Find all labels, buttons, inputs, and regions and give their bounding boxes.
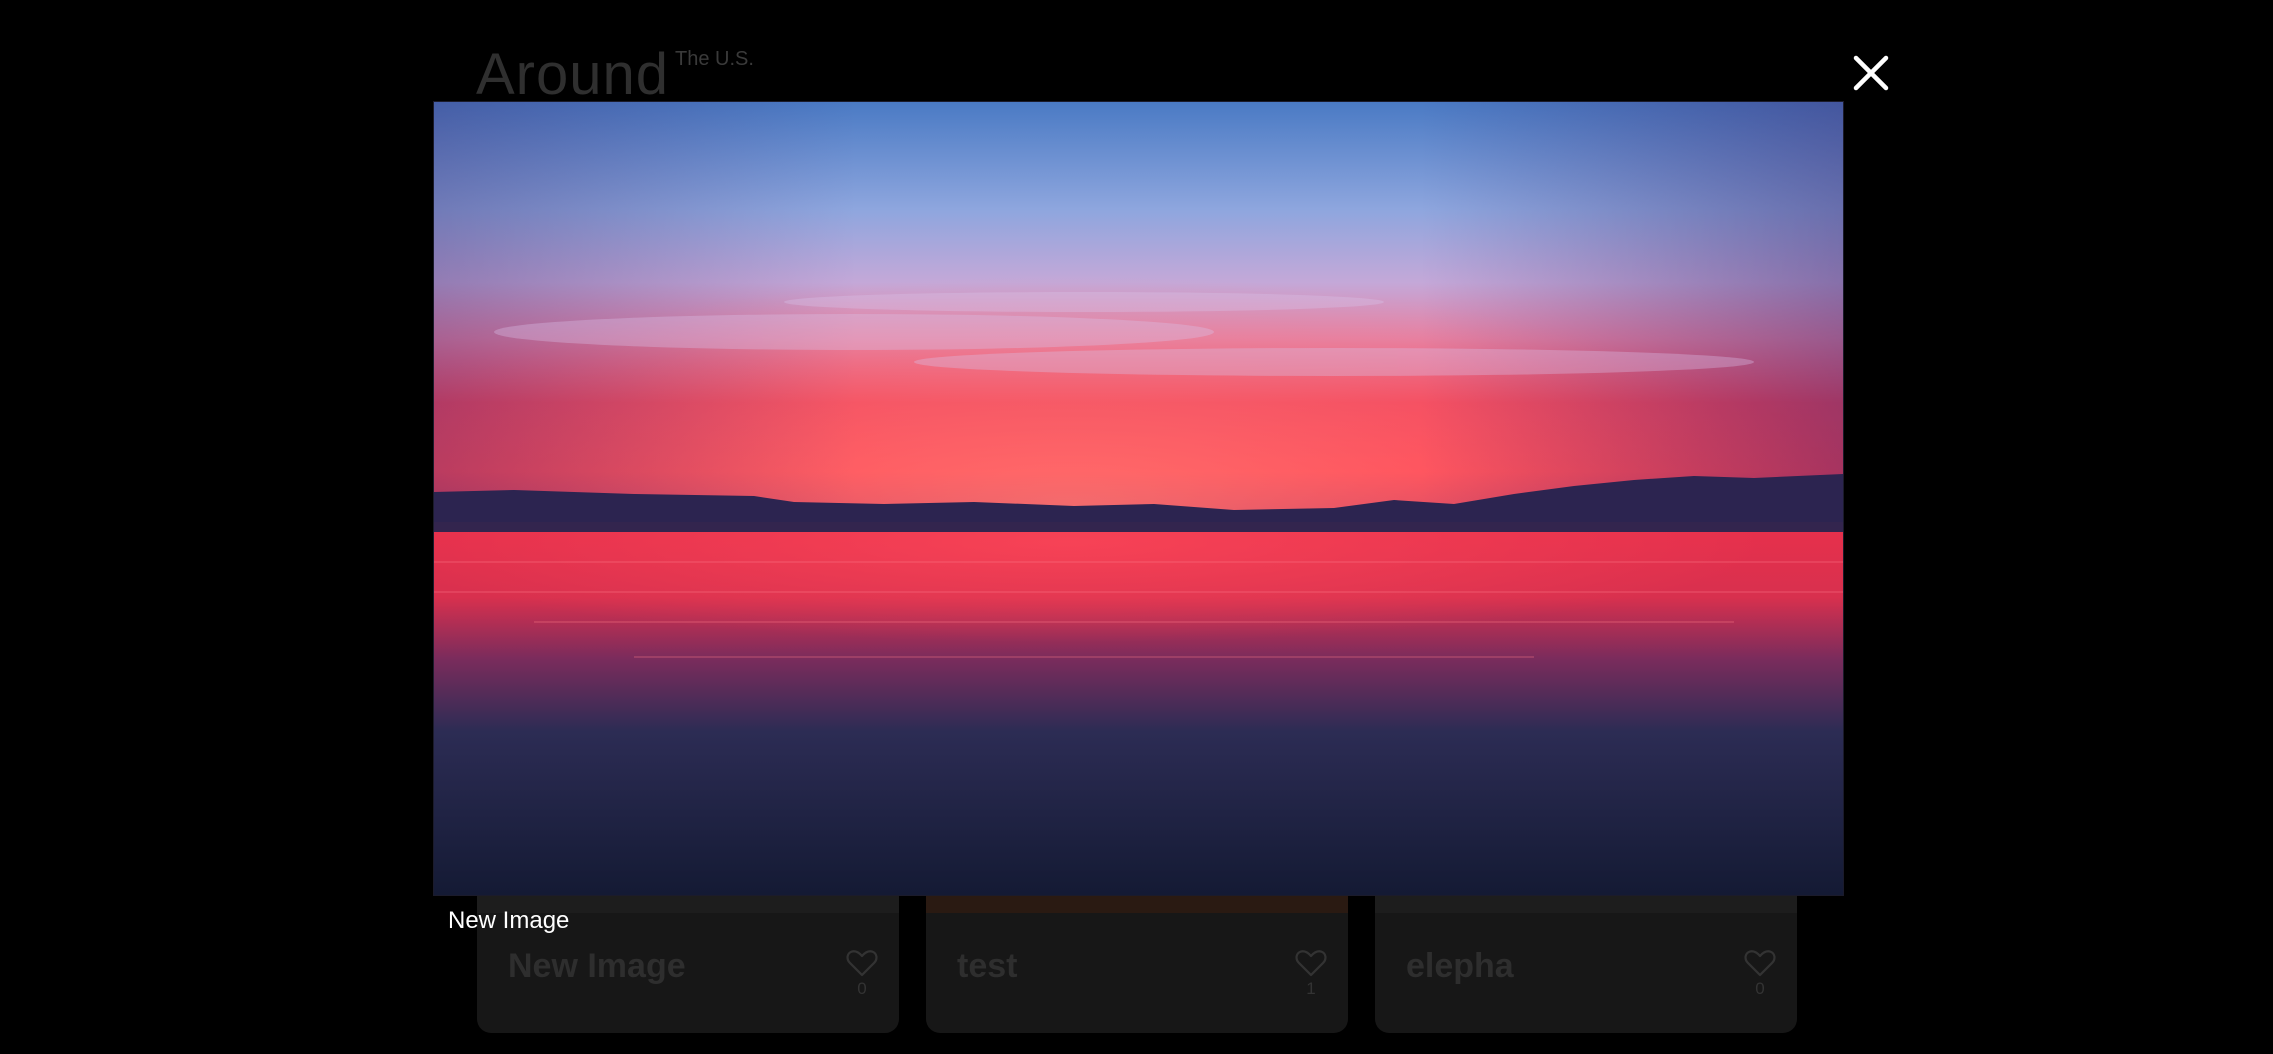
sunset-lake-photo [434,102,1843,895]
page: Around The U.S. New Image 0 test 1 eleph… [0,0,2273,1054]
close-icon[interactable] [1848,50,1894,96]
close-button[interactable] [1848,50,1894,96]
popup-image [433,101,1844,896]
popup-caption: New Image [448,907,570,934]
